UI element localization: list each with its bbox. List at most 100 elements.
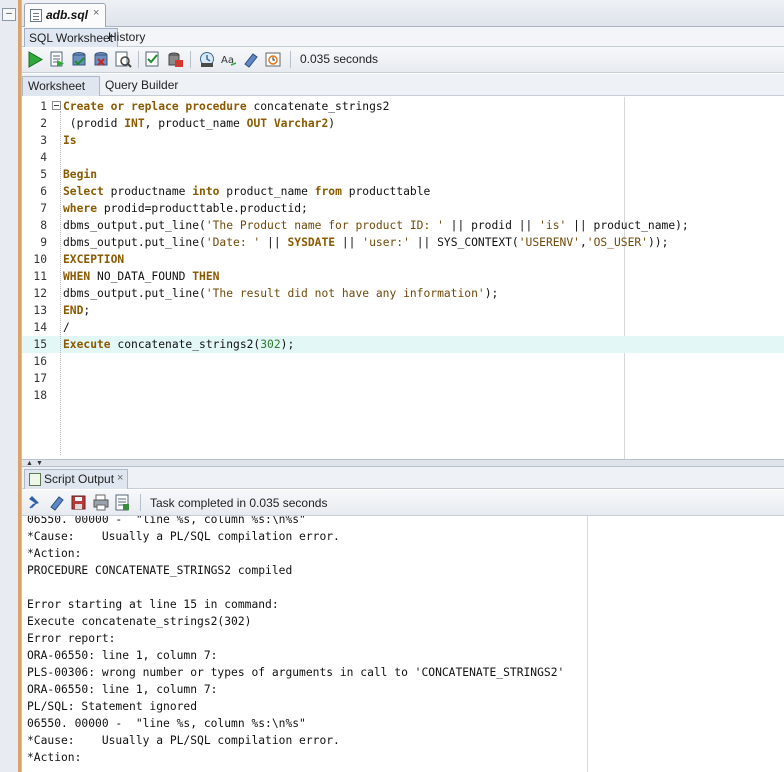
sql-history-icon[interactable]	[198, 51, 216, 68]
string-token: 'USERENV'	[518, 236, 580, 249]
keyword-token: INT	[124, 117, 145, 130]
file-tab-close-button[interactable]: ×	[93, 7, 99, 19]
code-text: Execute concatenate_strings2(302);	[63, 336, 294, 353]
code-token: NO_DATA_FOUND	[90, 270, 193, 283]
keyword-token: from	[314, 185, 342, 198]
pane-splitter[interactable]: ▲ ▼	[22, 459, 784, 467]
code-text: Begin	[63, 166, 97, 183]
output-line: 06550. 00000 - "line %s, column %s:\n%s"	[27, 516, 306, 526]
code-line[interactable]: 18	[22, 387, 784, 404]
eraser-icon[interactable]	[48, 494, 66, 511]
code-text: Select productname into product_name fro…	[63, 183, 430, 200]
worksheet-toolbar: Aa 0.035 seconds	[22, 47, 784, 73]
collapse-down-icon[interactable]: ▼	[36, 460, 43, 467]
code-text: dbms_output.put_line('The result did not…	[63, 285, 498, 302]
line-number: 7	[40, 202, 47, 215]
code-line[interactable]: 3 Is	[22, 132, 784, 149]
print-icon[interactable]	[92, 494, 110, 511]
collapse-up-icon[interactable]: ▲	[26, 460, 33, 467]
autotrace-icon[interactable]	[114, 51, 132, 68]
open-icon[interactable]	[114, 494, 132, 511]
code-line[interactable]: 10 EXCEPTION	[22, 251, 784, 268]
keyword-token: Begin	[63, 168, 98, 181]
format-icon[interactable]: Aa	[220, 51, 238, 68]
code-line[interactable]: 8 dbms_output.put_line('The Product name …	[22, 217, 784, 234]
timer-icon[interactable]	[264, 51, 282, 68]
line-number: 1	[40, 100, 47, 113]
output-line: PLS-00306: wrong number or types of argu…	[27, 666, 565, 679]
code-token: dbms_output.put_line(	[63, 287, 206, 300]
code-line[interactable]: 1 Create or replace procedure concatenate…	[22, 98, 784, 115]
keyword-token: OUT	[246, 117, 268, 130]
code-token: producttable	[341, 185, 431, 198]
code-text: /	[63, 319, 70, 336]
rollback-icon[interactable]	[92, 51, 110, 68]
run-statement-icon[interactable]	[26, 51, 44, 68]
line-number: 18	[33, 389, 47, 402]
code-token: concatenate_strings2	[246, 100, 390, 113]
code-token: prodid=producttable.productid;	[97, 202, 308, 215]
line-number: 12	[33, 287, 47, 300]
line-number: 17	[33, 372, 47, 385]
keyword-token: Execute	[63, 338, 111, 351]
file-tab-bar: adb.sql ×	[22, 0, 784, 27]
output-line: PROCEDURE CONCATENATE_STRINGS2 compiled	[27, 564, 293, 577]
string-token: 'OS_USER'	[586, 236, 648, 249]
code-line[interactable]: 16	[22, 353, 784, 370]
string-token: 'The result did not have any information…	[205, 287, 485, 300]
tab-worksheet[interactable]: Worksheet	[22, 76, 100, 96]
output-toolbar: Task completed in 0.035 seconds	[22, 490, 784, 516]
line-number: 4	[40, 151, 47, 164]
fold-toggle-icon[interactable]	[52, 101, 61, 110]
save-icon[interactable]	[70, 494, 88, 511]
clear-icon[interactable]	[242, 51, 260, 68]
tab-history[interactable]: History	[104, 28, 149, 47]
line-number: 15	[33, 338, 47, 351]
tab-script-output[interactable]: Script Output ×	[24, 469, 128, 489]
keyword-token: Varchar2	[273, 117, 329, 130]
commit-icon[interactable]	[70, 51, 88, 68]
code-line[interactable]: 5 Begin	[22, 166, 784, 183]
editor-tabs: Worksheet Query Builder	[22, 74, 784, 96]
elapsed-time: 0.035 seconds	[300, 52, 379, 66]
minimize-button[interactable]: –	[2, 8, 16, 21]
code-line[interactable]: 7 where prodid=producttable.productid;	[22, 200, 784, 217]
code-line[interactable]: 2 (prodid INT, product_name OUT Varchar2…	[22, 115, 784, 132]
code-token: ||	[335, 236, 363, 249]
line-number: 13	[33, 304, 47, 317]
code-line[interactable]: 17	[22, 370, 784, 387]
file-tab[interactable]: adb.sql ×	[24, 3, 106, 27]
output-line: Error starting at line 15 in command:	[27, 598, 279, 611]
pin-icon[interactable]	[26, 494, 44, 511]
line-number: 5	[40, 168, 47, 181]
code-token: productname	[103, 185, 193, 198]
tab-query-builder[interactable]: Query Builder	[100, 76, 183, 96]
sql-editor[interactable]: 1 Create or replace procedure concatenate…	[22, 97, 784, 459]
code-text: Is	[63, 132, 77, 149]
script-output-close-button[interactable]: ×	[117, 472, 123, 484]
code-token: dbms_output.put_line(	[63, 219, 206, 232]
code-line[interactable]: 11 WHEN NO_DATA_FOUND THEN	[22, 268, 784, 285]
left-panel-strip: –	[0, 0, 22, 772]
run-script-icon[interactable]	[48, 51, 66, 68]
code-token: );	[280, 338, 295, 351]
string-token: 'user:'	[362, 236, 410, 249]
sql-tuning-icon[interactable]	[166, 51, 184, 68]
script-output-icon	[29, 473, 41, 486]
code-line[interactable]: 6 Select productname into product_name fr…	[22, 183, 784, 200]
code-line[interactable]: 9 dbms_output.put_line('Date: ' || SYSDAT…	[22, 234, 784, 251]
output-tab-bar: Script Output ×	[22, 467, 784, 489]
code-line[interactable]: 4	[22, 149, 784, 166]
keyword-token: where	[63, 202, 98, 215]
explain-plan-icon[interactable]	[144, 51, 162, 68]
code-line[interactable]: 13 END;	[22, 302, 784, 319]
script-output-panel[interactable]: 06550. 00000 - "line %s, column %s:\n%s"…	[22, 516, 784, 772]
toolbar-separator	[290, 51, 291, 68]
output-line: Execute concatenate_strings2(302)	[27, 615, 252, 628]
code-line[interactable]: 14 /	[22, 319, 784, 336]
code-line[interactable]: 12 dbms_output.put_line('The result did n…	[22, 285, 784, 302]
code-line[interactable]: 15 Execute concatenate_strings2(302);	[22, 336, 784, 353]
code-text: where prodid=producttable.productid;	[63, 200, 308, 217]
code-text: dbms_output.put_line('The Product name f…	[63, 217, 689, 234]
